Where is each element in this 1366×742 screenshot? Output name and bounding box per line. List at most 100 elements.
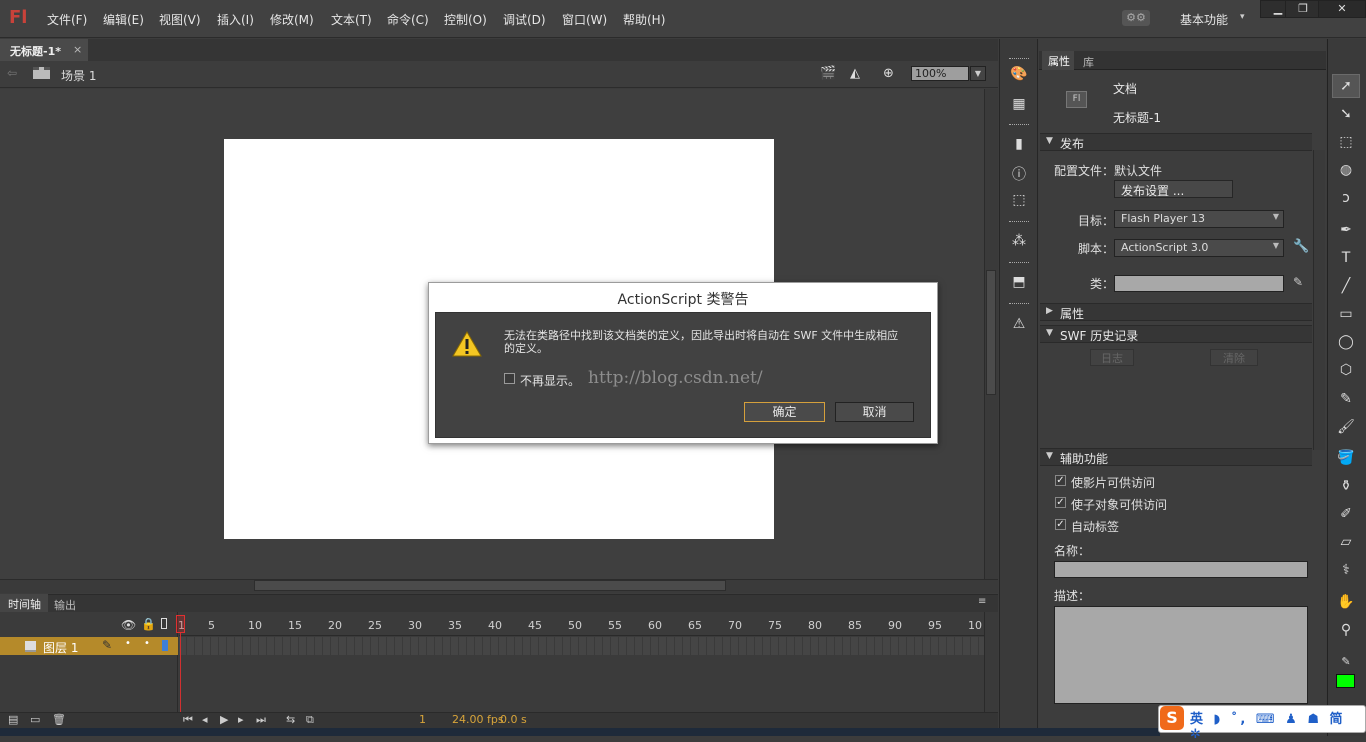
prev-frame-icon[interactable]: ◂ [202, 713, 208, 726]
timeline-scrollbar[interactable] [984, 612, 998, 712]
last-frame-icon[interactable]: ⏭ [256, 713, 266, 727]
frame-rate-readout[interactable]: 24.00 fps [452, 713, 504, 726]
log-button[interactable]: 日志 [1090, 349, 1134, 366]
pencil-tool-icon[interactable]: ✎ [1336, 389, 1356, 409]
outline-icon[interactable] [161, 618, 167, 629]
bone-tool-icon[interactable]: ⚕ [1336, 560, 1356, 580]
current-frame-readout[interactable]: 1 [419, 713, 426, 726]
menu-text[interactable]: 文本(T) [331, 11, 372, 28]
tab-timeline[interactable]: 时间轴 [0, 594, 48, 612]
paint-bucket-tool-icon[interactable]: 🪣 [1336, 448, 1356, 468]
section-properties[interactable]: ▶ 属性 [1040, 303, 1312, 321]
onion-skin-icon[interactable]: ⧉ [306, 713, 314, 727]
tab-output[interactable]: 输出 [54, 597, 76, 613]
line-tool-icon[interactable]: ╱ [1336, 276, 1356, 296]
next-frame-icon[interactable]: ▸ [238, 713, 244, 726]
target-dropdown[interactable]: Flash Player 13 ▼ [1114, 210, 1284, 228]
components-icon[interactable]: ⁂ [1010, 233, 1028, 249]
section-swf-history[interactable]: ▼ SWF 历史记录 [1040, 325, 1312, 343]
oval-tool-icon[interactable]: ◯ [1336, 332, 1356, 352]
eyedropper-tool-icon[interactable]: ✐ [1336, 504, 1356, 524]
close-window-button[interactable]: ✕ [1318, 0, 1366, 18]
make-movie-accessible-checkbox[interactable]: ✓ [1055, 475, 1066, 486]
ok-button[interactable]: 确定 [744, 402, 825, 422]
menu-help[interactable]: 帮助(H) [623, 11, 665, 28]
ink-bottle-tool-icon[interactable]: ⚱ [1336, 476, 1356, 496]
tab-library[interactable]: 库 [1083, 54, 1094, 70]
sync-settings-icon[interactable]: ⚙⚙ [1122, 10, 1150, 26]
menu-edit[interactable]: 编辑(E) [103, 11, 144, 28]
rectangle-tool-icon[interactable]: ▭ [1336, 304, 1356, 324]
menu-debug[interactable]: 调试(D) [503, 11, 546, 28]
panel-menu-icon[interactable]: ≡ [978, 596, 986, 607]
menu-insert[interactable]: 插入(I) [217, 11, 254, 28]
3d-rotation-tool-icon[interactable]: ◍ [1336, 160, 1356, 180]
maximize-button[interactable]: ❐ [1285, 0, 1321, 18]
back-arrow-icon[interactable]: ⇦ [7, 66, 17, 80]
script-dropdown[interactable]: ActionScript 3.0 ▼ [1114, 239, 1284, 257]
dock-grip[interactable] [1009, 221, 1029, 224]
auto-label-checkbox[interactable]: ✓ [1055, 519, 1066, 530]
color-panel-icon[interactable]: 🎨 [1010, 66, 1028, 82]
make-children-accessible-checkbox[interactable]: ✓ [1055, 497, 1066, 508]
ime-status-items[interactable]: 英 ◗ ˚, ⌨ ♟ ☗ 简 ✲ [1190, 708, 1366, 742]
stage-vertical-scroll-thumb[interactable] [986, 270, 996, 395]
section-accessibility[interactable]: ▼ 辅助功能 [1040, 448, 1312, 466]
properties-scrollbar[interactable] [1313, 150, 1325, 450]
new-layer-icon[interactable]: ▤ [8, 713, 18, 726]
tab-properties[interactable]: 属性 [1042, 51, 1074, 70]
loop-icon[interactable]: ⇆ [286, 713, 295, 726]
trash-icon[interactable]: 🗑 [52, 713, 66, 726]
selection-tool-icon[interactable]: ➚ [1336, 76, 1356, 96]
close-tab-icon[interactable]: × [73, 43, 82, 56]
visibility-dot[interactable]: • [125, 638, 131, 649]
transform-icon[interactable]: ⬚ [1010, 192, 1028, 208]
workspace-switcher[interactable]: 基本功能 [1180, 11, 1228, 28]
layer-name[interactable]: 图层 1 [43, 639, 78, 656]
menu-control[interactable]: 控制(O) [444, 11, 487, 28]
zoom-dropdown-icon[interactable]: ▼ [970, 66, 986, 81]
dock-grip[interactable] [1009, 262, 1029, 265]
frame-row[interactable] [179, 637, 984, 655]
chevron-down-icon[interactable]: ▾ [1240, 12, 1245, 22]
name-input[interactable] [1054, 561, 1308, 578]
stroke-color-icon[interactable]: ✎ [1336, 652, 1356, 672]
pen-tool-icon[interactable]: ✒ [1336, 220, 1356, 240]
subselection-tool-icon[interactable]: ➘ [1336, 104, 1356, 124]
menu-view[interactable]: 视图(V) [159, 11, 201, 28]
zoom-tool-icon[interactable]: ⚲ [1336, 620, 1356, 640]
eye-icon[interactable]: 👁 [121, 618, 136, 632]
edit-symbols-icon[interactable]: ◭ [850, 66, 860, 81]
menu-commands[interactable]: 命令(C) [387, 11, 429, 28]
dock-grip[interactable] [1009, 303, 1029, 306]
wrench-icon[interactable]: 🔧 [1293, 239, 1309, 254]
dont-show-again-checkbox[interactable] [504, 373, 515, 384]
first-frame-icon[interactable]: ⏮ [183, 713, 193, 727]
align-icon[interactable]: ▮ [1010, 136, 1028, 152]
pencil-icon[interactable]: ✎ [1293, 275, 1303, 289]
class-input[interactable] [1114, 275, 1284, 292]
sogou-logo[interactable]: S [1160, 706, 1184, 730]
brush-tool-icon[interactable]: 🖌 [1336, 417, 1356, 437]
play-icon[interactable]: ▶ [220, 713, 228, 726]
menu-file[interactable]: 文件(F) [47, 11, 87, 28]
section-publish[interactable]: ▼ 发布 [1040, 133, 1312, 151]
layer-color-swatch[interactable] [162, 640, 168, 651]
fill-color-swatch[interactable] [1336, 674, 1355, 688]
new-folder-icon[interactable]: ▭ [30, 713, 40, 726]
pencil-icon[interactable]: ✎ [102, 638, 112, 652]
free-transform-tool-icon[interactable]: ⬚ [1336, 132, 1356, 152]
playhead[interactable] [176, 615, 185, 633]
stage-horizontal-scroll-thumb[interactable] [254, 580, 726, 591]
edit-scene-icon[interactable]: 🎬 [820, 66, 836, 81]
menu-modify[interactable]: 修改(M) [270, 11, 314, 28]
lasso-tool-icon[interactable]: ↄ [1336, 188, 1356, 208]
polystar-tool-icon[interactable]: ⬡ [1336, 360, 1356, 380]
center-stage-icon[interactable]: ⊕ [883, 66, 894, 81]
dock-grip[interactable] [1009, 124, 1029, 127]
cancel-button[interactable]: 取消 [835, 402, 914, 422]
text-tool-icon[interactable]: T [1336, 248, 1356, 268]
warning-panel-icon[interactable]: ⚠ [1010, 316, 1028, 332]
hand-tool-icon[interactable]: ✋ [1336, 592, 1356, 612]
motion-presets-icon[interactable]: ⬒ [1010, 274, 1028, 290]
